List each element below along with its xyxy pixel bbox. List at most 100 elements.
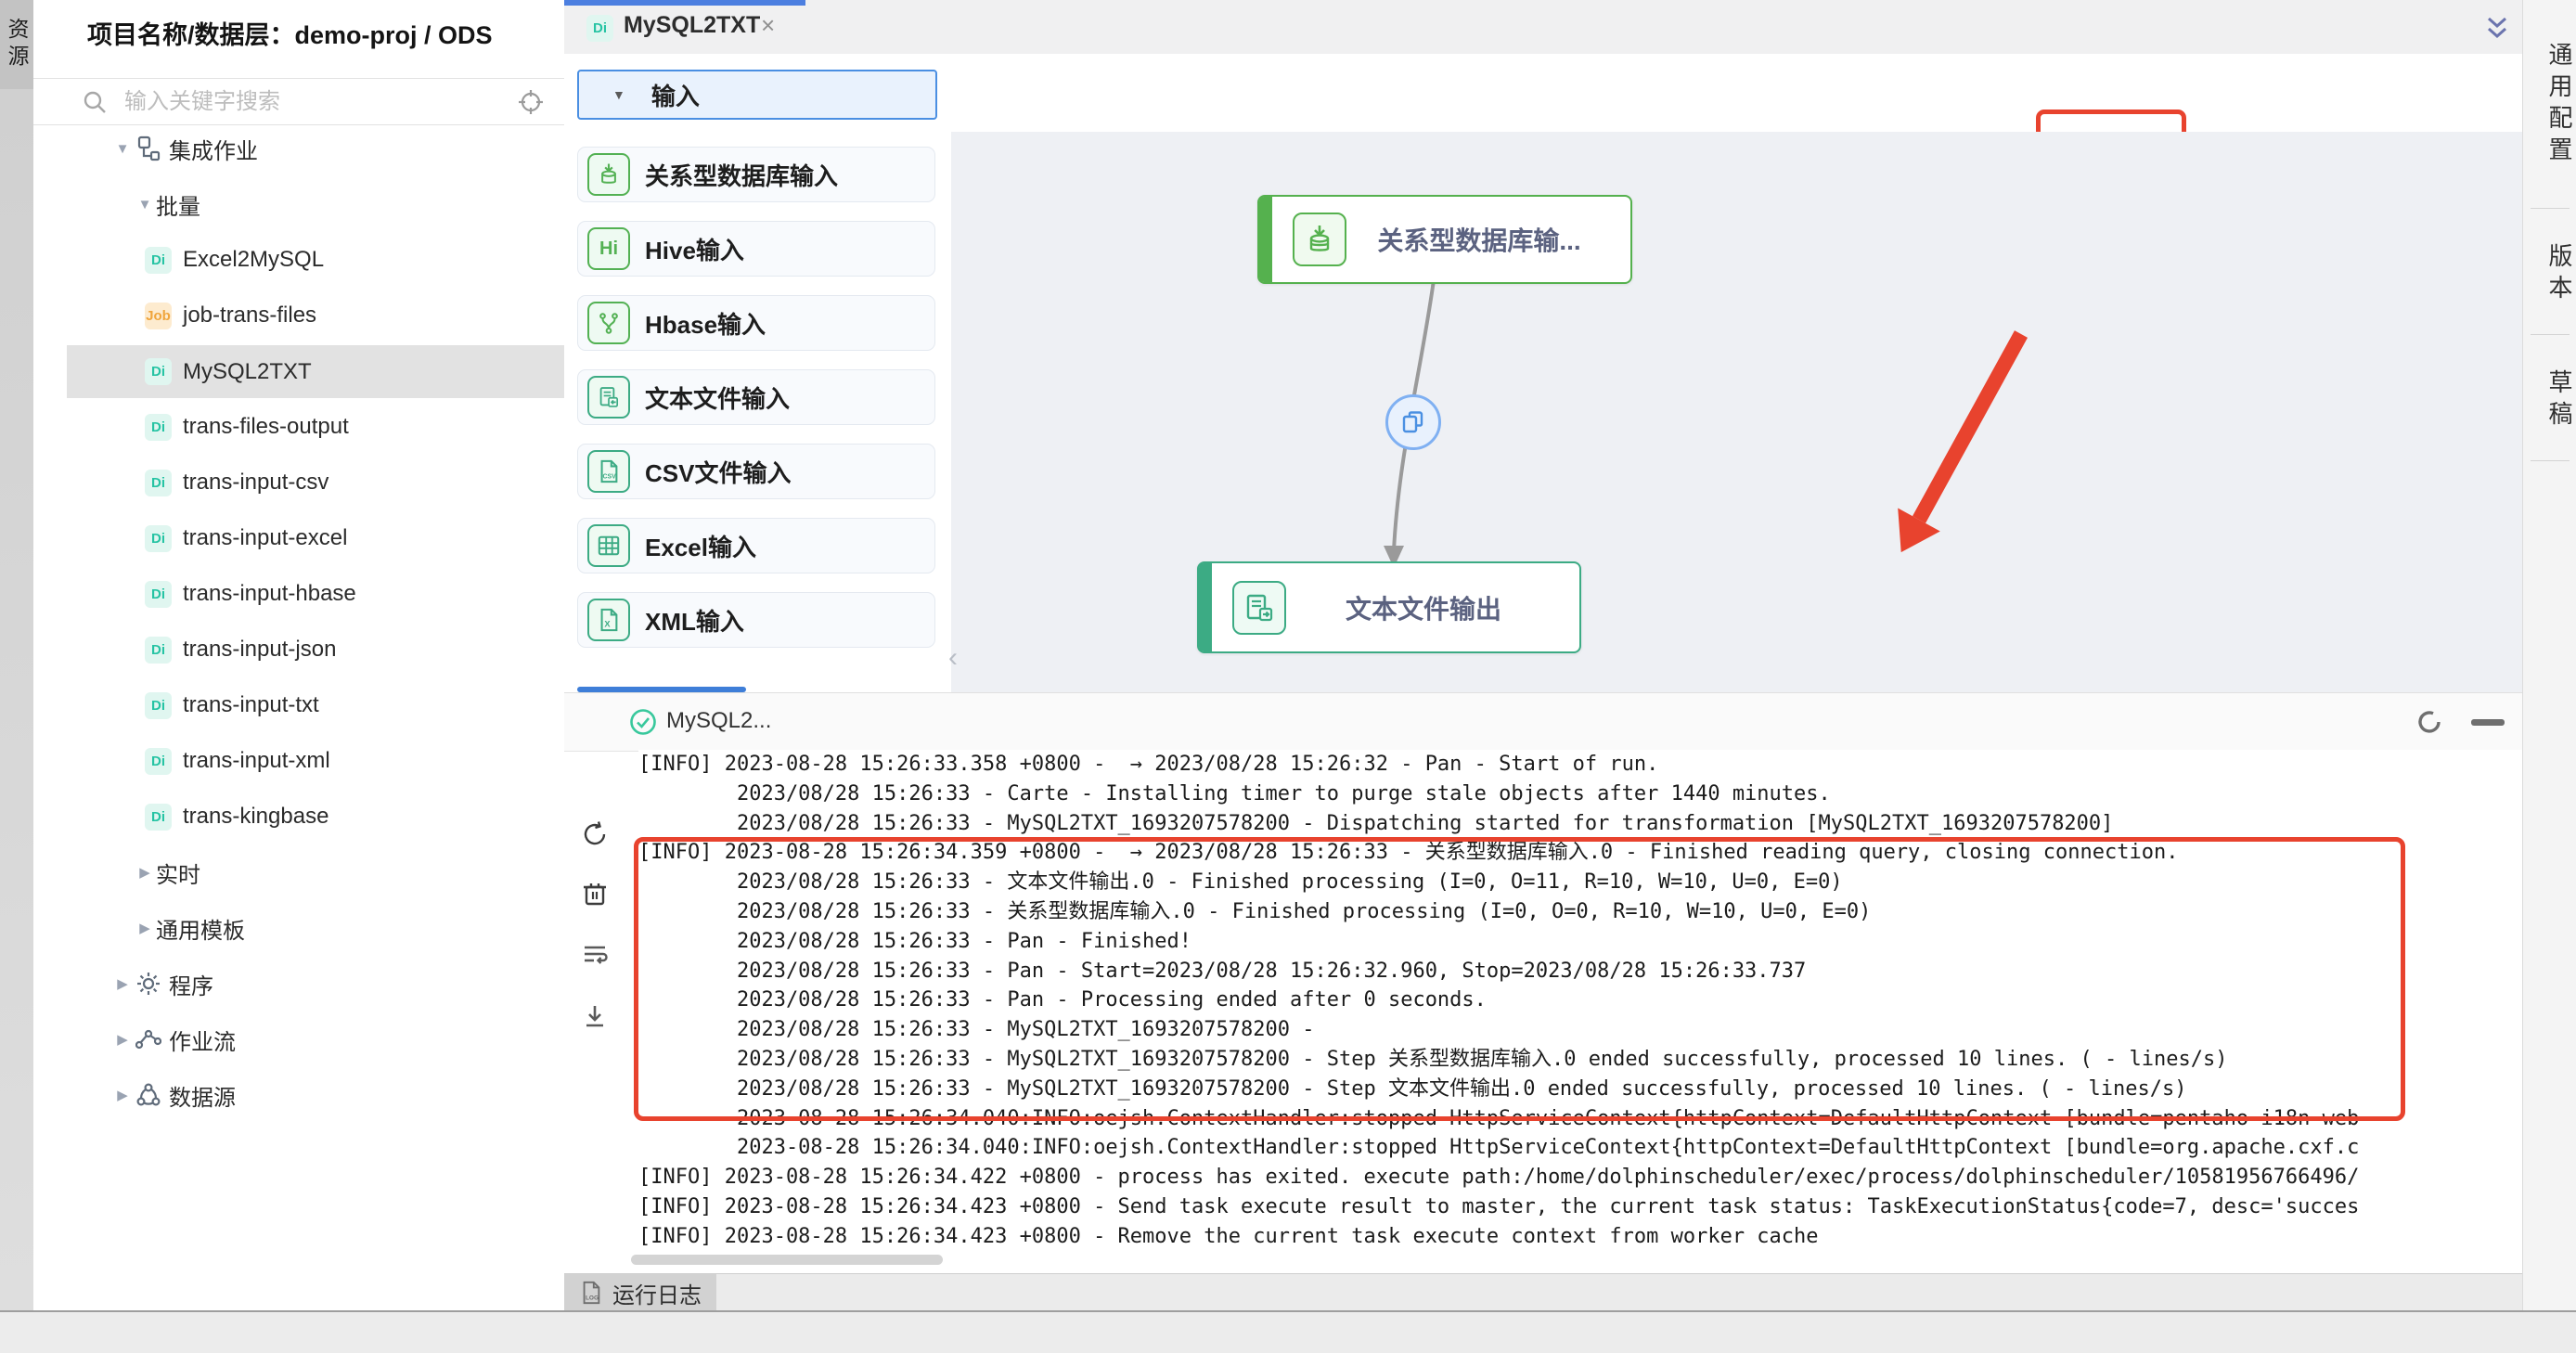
palette-group-label: 输入 — [651, 78, 700, 112]
success-check-icon — [629, 708, 657, 736]
chevron-right-icon[interactable]: ▶ — [111, 975, 134, 992]
di-badge: Di — [145, 692, 172, 719]
editor-tabbar: Di MySQL2TXT × — [564, 0, 2522, 55]
hop-connector — [951, 132, 2522, 692]
palette-group-input[interactable]: ▼ 输入 — [577, 70, 937, 120]
di-badge: Di — [145, 804, 172, 831]
node-text-file-output[interactable]: 文本文件输出 — [1197, 561, 1581, 653]
tab-versions[interactable]: 版本 — [2523, 228, 2576, 321]
log-line: 2023/08/28 15:26:33 - MySQL2TXT_16932075… — [638, 1015, 2522, 1045]
sidebar-item-label: 通用模板 — [156, 912, 245, 945]
log-line: 2023/08/28 15:26:33 - Pan - Processing e… — [638, 986, 2522, 1015]
sidebar-item-label: 批量 — [156, 188, 200, 221]
chevron-right-icon[interactable]: ▶ — [134, 864, 156, 881]
log-minimize-icon[interactable] — [2471, 719, 2505, 726]
tab-general-config[interactable]: 通用配置 — [2523, 17, 2576, 193]
palette-item-xml-input[interactable]: X XML输入 — [577, 592, 935, 648]
sidebar-item-label: 数据源 — [169, 1079, 236, 1112]
sidebar-item-datasources[interactable]: ▶ 数据源 — [67, 1075, 642, 1115]
close-icon[interactable]: × — [761, 11, 775, 40]
sidebar-item-label: 集成作业 — [169, 133, 258, 165]
palette-item-hive-input[interactable]: Hi Hive输入 — [577, 221, 935, 277]
log-line: [INFO] 2023-08-28 15:26:33.358 +0800 - →… — [638, 750, 2522, 780]
sidebar-item-label: trans-kingbase — [183, 804, 328, 830]
palette-item-text-file-input[interactable]: 文本文件输入 — [577, 369, 935, 425]
workflow-icon — [135, 1026, 161, 1052]
svg-text:CSV: CSV — [603, 473, 617, 480]
log-horizontal-scrollbar[interactable] — [631, 1255, 943, 1265]
csv-file-icon: CSV — [587, 450, 630, 493]
sidebar-item-workflows[interactable]: ▶ 作业流 — [67, 1019, 642, 1060]
gear-icon — [135, 971, 161, 997]
palette-item-label: Excel输入 — [645, 529, 756, 563]
log-line: 2023/08/28 15:26:33 - Carte - Installing… — [638, 780, 2522, 809]
chevron-down-icon[interactable]: ▼ — [134, 197, 156, 213]
svg-text:LOG: LOG — [586, 1295, 599, 1301]
app-window: 资源 项目名称/数据层：demo-proj / ODS ▼ — [0, 0, 2576, 1353]
tab-drafts[interactable]: 草稿 — [2523, 354, 2576, 447]
sidebar-item-integration-jobs[interactable]: ▼ 集成作业 — [67, 128, 642, 169]
job-badge: Job — [145, 303, 172, 329]
tab-mysql2txt[interactable]: MySQL2TXT — [624, 12, 760, 39]
node-relational-db-input[interactable]: 关系型数据库输... — [1257, 195, 1632, 284]
log-line: 2023/08/28 15:26:33 - MySQL2TXT_16932075… — [638, 809, 2522, 839]
divider — [2531, 208, 2570, 209]
red-arrow-annotation — [1856, 306, 2041, 566]
hop-copy-icon[interactable] — [1385, 394, 1441, 450]
run-log-tab-label: 运行日志 — [612, 1277, 702, 1309]
sidebar-item-label: 程序 — [169, 968, 213, 1000]
sidebar-item-label: trans-files-output — [183, 414, 349, 440]
log-line: 2023/08/28 15:26:33 - Pan - Finished! — [638, 927, 2522, 957]
sidebar-item-programs[interactable]: ▶ 程序 — [67, 963, 642, 1004]
collapse-double-chevron-icon[interactable] — [2481, 13, 2513, 45]
window-bottom-strip — [0, 1310, 2576, 1353]
log-line: 2023-08-28 15:26:34.040:INFO:oejsh.Conte… — [638, 1133, 2522, 1163]
sidebar-item-label: trans-input-csv — [183, 470, 328, 496]
sidebar-item-label: 作业流 — [169, 1024, 236, 1056]
log-panel-header: MySQL2... — [564, 692, 2522, 752]
resources-rail-tab[interactable]: 资源 — [0, 0, 33, 89]
flow-canvas[interactable]: 关系型数据库输... 文本文件输出 — [951, 132, 2522, 692]
palette-collapse-chevron-icon[interactable]: ‹ — [948, 642, 958, 674]
chevron-down-icon[interactable]: ▼ — [111, 141, 134, 157]
chevron-right-icon[interactable]: ▶ — [134, 920, 156, 936]
chevron-right-icon[interactable]: ▶ — [111, 1087, 134, 1103]
chevron-down-icon: ▼ — [612, 87, 625, 102]
log-reload-icon[interactable] — [581, 820, 609, 848]
log-output[interactable]: [INFO] 2023-08-28 15:26:33.358 +0800 - →… — [638, 750, 2522, 1260]
log-line: 2023-08-28 15:26:34.040:INFO:oejsh.Conte… — [638, 1104, 2522, 1134]
log-line: 2023/08/28 15:26:33 - MySQL2TXT_16932075… — [638, 1075, 2522, 1104]
search-icon — [82, 89, 108, 115]
datasource-icon — [135, 1082, 161, 1108]
palette-item-csv-file-input[interactable]: CSV CSV文件输入 — [577, 444, 935, 499]
run-log-tab[interactable]: LOG 运行日志 — [564, 1274, 716, 1311]
node-accent-bar — [1259, 197, 1272, 282]
divider — [2531, 334, 2570, 335]
log-refresh-icon[interactable] — [2414, 706, 2445, 738]
search-input[interactable] — [122, 84, 497, 120]
chevron-right-icon[interactable]: ▶ — [111, 1031, 134, 1048]
di-badge: Di — [145, 525, 172, 552]
integration-icon — [135, 135, 161, 161]
palette-item-label: 文本文件输入 — [645, 380, 790, 415]
log-clear-trash-icon[interactable] — [581, 880, 609, 908]
log-tab-strip: LOG 运行日志 — [564, 1273, 2522, 1311]
locate-icon[interactable] — [518, 89, 544, 115]
log-line: 2023/08/28 15:26:33 - MySQL2TXT_16932075… — [638, 1045, 2522, 1075]
di-badge: Di — [145, 470, 172, 496]
search-bar — [33, 78, 564, 125]
left-rail: 资源 — [0, 0, 33, 1310]
project-title: 项目名称/数据层：demo-proj / ODS — [87, 15, 551, 51]
palette-item-label: Hive输入 — [645, 232, 744, 266]
di-badge: Di — [145, 358, 172, 385]
svg-text:X: X — [604, 619, 611, 628]
di-badge: Di — [145, 581, 172, 608]
log-wrap-lines-icon[interactable] — [581, 941, 609, 969]
database-input-icon — [587, 153, 630, 196]
log-download-icon[interactable] — [581, 1002, 609, 1030]
palette-item-excel-input[interactable]: Excel输入 — [577, 518, 935, 573]
palette-item-hbase-input[interactable]: Hbase输入 — [577, 295, 935, 351]
log-panel-title: MySQL2... — [666, 708, 771, 734]
palette-item-relational-db-input[interactable]: 关系型数据库输入 — [577, 147, 935, 202]
text-file-output-icon — [1232, 581, 1286, 635]
